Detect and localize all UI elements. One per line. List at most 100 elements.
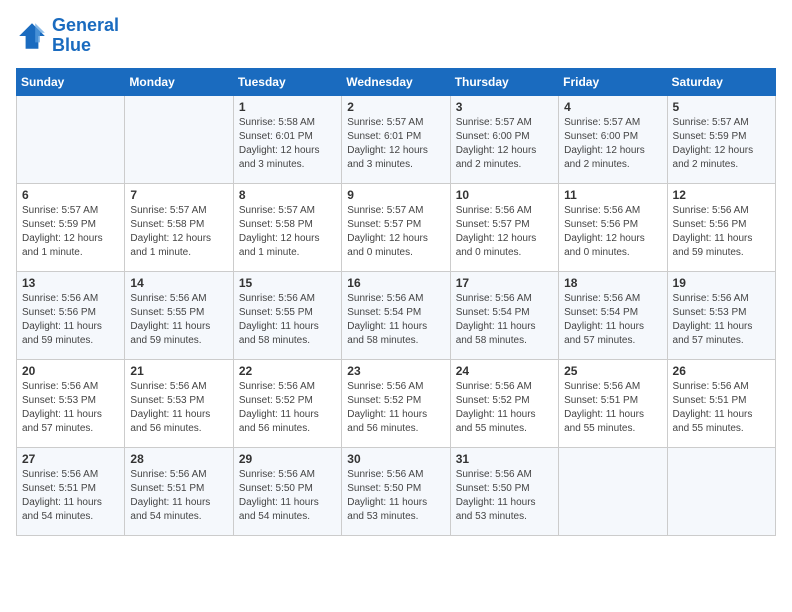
calendar-cell: 18 Sunrise: 5:56 AM Sunset: 5:54 PM Dayli… [559, 271, 667, 359]
calendar-cell: 16 Sunrise: 5:56 AM Sunset: 5:54 PM Dayli… [342, 271, 450, 359]
day-number: 27 [22, 452, 119, 466]
calendar-cell: 29 Sunrise: 5:56 AM Sunset: 5:50 PM Dayli… [233, 447, 341, 535]
calendar-table: SundayMondayTuesdayWednesdayThursdayFrid… [16, 68, 776, 536]
logo-icon [16, 20, 48, 52]
cell-info: Sunrise: 5:57 AM Sunset: 6:01 PM Dayligh… [347, 116, 444, 172]
calendar-week-row: 27 Sunrise: 5:56 AM Sunset: 5:51 PM Dayli… [17, 447, 776, 535]
day-number: 8 [239, 188, 336, 202]
calendar-cell: 15 Sunrise: 5:56 AM Sunset: 5:55 PM Dayli… [233, 271, 341, 359]
logo-blue: Blue [52, 35, 91, 55]
cell-info: Sunrise: 5:56 AM Sunset: 5:52 PM Dayligh… [239, 380, 336, 436]
day-number: 24 [456, 364, 553, 378]
calendar-cell: 27 Sunrise: 5:56 AM Sunset: 5:51 PM Dayli… [17, 447, 125, 535]
header-row: SundayMondayTuesdayWednesdayThursdayFrid… [17, 68, 776, 95]
calendar-cell: 1 Sunrise: 5:58 AM Sunset: 6:01 PM Daylig… [233, 95, 341, 183]
cell-info: Sunrise: 5:57 AM Sunset: 5:58 PM Dayligh… [239, 204, 336, 260]
cell-info: Sunrise: 5:56 AM Sunset: 5:55 PM Dayligh… [130, 292, 227, 348]
calendar-cell: 14 Sunrise: 5:56 AM Sunset: 5:55 PM Dayli… [125, 271, 233, 359]
day-number: 10 [456, 188, 553, 202]
calendar-cell: 6 Sunrise: 5:57 AM Sunset: 5:59 PM Daylig… [17, 183, 125, 271]
day-number: 14 [130, 276, 227, 290]
weekday-header: Wednesday [342, 68, 450, 95]
cell-info: Sunrise: 5:56 AM Sunset: 5:51 PM Dayligh… [22, 468, 119, 524]
day-number: 18 [564, 276, 661, 290]
day-number: 12 [673, 188, 770, 202]
day-number: 2 [347, 100, 444, 114]
cell-info: Sunrise: 5:56 AM Sunset: 5:56 PM Dayligh… [22, 292, 119, 348]
calendar-week-row: 13 Sunrise: 5:56 AM Sunset: 5:56 PM Dayli… [17, 271, 776, 359]
day-number: 6 [22, 188, 119, 202]
calendar-cell: 13 Sunrise: 5:56 AM Sunset: 5:56 PM Dayli… [17, 271, 125, 359]
calendar-cell: 21Sunrise: 5:56 AM Sunset: 5:53 PM Dayli… [125, 359, 233, 447]
weekday-header: Friday [559, 68, 667, 95]
cell-info: Sunrise: 5:56 AM Sunset: 5:51 PM Dayligh… [564, 380, 661, 436]
calendar-cell: 12 Sunrise: 5:56 AM Sunset: 5:56 PM Dayli… [667, 183, 775, 271]
calendar-cell: 9Sunrise: 5:57 AM Sunset: 5:57 PM Daylig… [342, 183, 450, 271]
cell-info: Sunrise: 5:56 AM Sunset: 5:50 PM Dayligh… [239, 468, 336, 524]
calendar-cell: 2 Sunrise: 5:57 AM Sunset: 6:01 PM Daylig… [342, 95, 450, 183]
day-number: 11 [564, 188, 661, 202]
calendar-cell: 5 Sunrise: 5:57 AM Sunset: 5:59 PM Daylig… [667, 95, 775, 183]
cell-info: Sunrise: 5:56 AM Sunset: 5:53 PM Dayligh… [22, 380, 119, 436]
day-number: 5 [673, 100, 770, 114]
calendar-cell [667, 447, 775, 535]
day-number: 17 [456, 276, 553, 290]
calendar-cell: 28 Sunrise: 5:56 AM Sunset: 5:51 PM Dayli… [125, 447, 233, 535]
weekday-header: Tuesday [233, 68, 341, 95]
day-number: 13 [22, 276, 119, 290]
cell-info: Sunrise: 5:57 AM Sunset: 5:57 PM Dayligh… [347, 204, 444, 260]
calendar-cell: 26 Sunrise: 5:56 AM Sunset: 5:51 PM Dayli… [667, 359, 775, 447]
day-number: 28 [130, 452, 227, 466]
cell-info: Sunrise: 5:56 AM Sunset: 5:51 PM Dayligh… [673, 380, 770, 436]
weekday-header: Sunday [17, 68, 125, 95]
weekday-header: Saturday [667, 68, 775, 95]
day-number: 30 [347, 452, 444, 466]
cell-info: Sunrise: 5:57 AM Sunset: 6:00 PM Dayligh… [456, 116, 553, 172]
calendar-week-row: 1 Sunrise: 5:58 AM Sunset: 6:01 PM Daylig… [17, 95, 776, 183]
day-number: 22 [239, 364, 336, 378]
cell-info: Sunrise: 5:56 AM Sunset: 5:56 PM Dayligh… [564, 204, 661, 260]
day-number: 3 [456, 100, 553, 114]
day-number: 21 [130, 364, 227, 378]
day-number: 16 [347, 276, 444, 290]
calendar-cell: 7Sunrise: 5:57 AM Sunset: 5:58 PM Daylig… [125, 183, 233, 271]
cell-info: Sunrise: 5:56 AM Sunset: 5:51 PM Dayligh… [130, 468, 227, 524]
logo-text: General Blue [52, 16, 119, 56]
cell-info: Sunrise: 5:56 AM Sunset: 5:55 PM Dayligh… [239, 292, 336, 348]
day-number: 25 [564, 364, 661, 378]
day-number: 29 [239, 452, 336, 466]
day-number: 4 [564, 100, 661, 114]
weekday-header: Thursday [450, 68, 558, 95]
day-number: 19 [673, 276, 770, 290]
cell-info: Sunrise: 5:56 AM Sunset: 5:53 PM Dayligh… [673, 292, 770, 348]
day-number: 1 [239, 100, 336, 114]
calendar-cell [125, 95, 233, 183]
cell-info: Sunrise: 5:56 AM Sunset: 5:54 PM Dayligh… [456, 292, 553, 348]
calendar-cell: 11 Sunrise: 5:56 AM Sunset: 5:56 PM Dayli… [559, 183, 667, 271]
calendar-cell: 24Sunrise: 5:56 AM Sunset: 5:52 PM Dayli… [450, 359, 558, 447]
page-header: General Blue [16, 16, 776, 56]
cell-info: Sunrise: 5:57 AM Sunset: 5:59 PM Dayligh… [673, 116, 770, 172]
calendar-week-row: 6 Sunrise: 5:57 AM Sunset: 5:59 PM Daylig… [17, 183, 776, 271]
logo-general: General [52, 15, 119, 35]
calendar-week-row: 20 Sunrise: 5:56 AM Sunset: 5:53 PM Dayli… [17, 359, 776, 447]
calendar-cell: 3 Sunrise: 5:57 AM Sunset: 6:00 PM Daylig… [450, 95, 558, 183]
logo: General Blue [16, 16, 119, 56]
day-number: 15 [239, 276, 336, 290]
cell-info: Sunrise: 5:58 AM Sunset: 6:01 PM Dayligh… [239, 116, 336, 172]
cell-info: Sunrise: 5:56 AM Sunset: 5:56 PM Dayligh… [673, 204, 770, 260]
day-number: 31 [456, 452, 553, 466]
day-number: 20 [22, 364, 119, 378]
cell-info: Sunrise: 5:56 AM Sunset: 5:57 PM Dayligh… [456, 204, 553, 260]
cell-info: Sunrise: 5:57 AM Sunset: 5:59 PM Dayligh… [22, 204, 119, 260]
cell-info: Sunrise: 5:56 AM Sunset: 5:54 PM Dayligh… [347, 292, 444, 348]
calendar-cell: 17 Sunrise: 5:56 AM Sunset: 5:54 PM Dayli… [450, 271, 558, 359]
cell-info: Sunrise: 5:56 AM Sunset: 5:54 PM Dayligh… [564, 292, 661, 348]
calendar-cell: 30Sunrise: 5:56 AM Sunset: 5:50 PM Dayli… [342, 447, 450, 535]
day-number: 26 [673, 364, 770, 378]
calendar-cell: 25 Sunrise: 5:56 AM Sunset: 5:51 PM Dayli… [559, 359, 667, 447]
calendar-cell [559, 447, 667, 535]
cell-info: Sunrise: 5:57 AM Sunset: 6:00 PM Dayligh… [564, 116, 661, 172]
calendar-cell: 8 Sunrise: 5:57 AM Sunset: 5:58 PM Daylig… [233, 183, 341, 271]
day-number: 7 [130, 188, 227, 202]
